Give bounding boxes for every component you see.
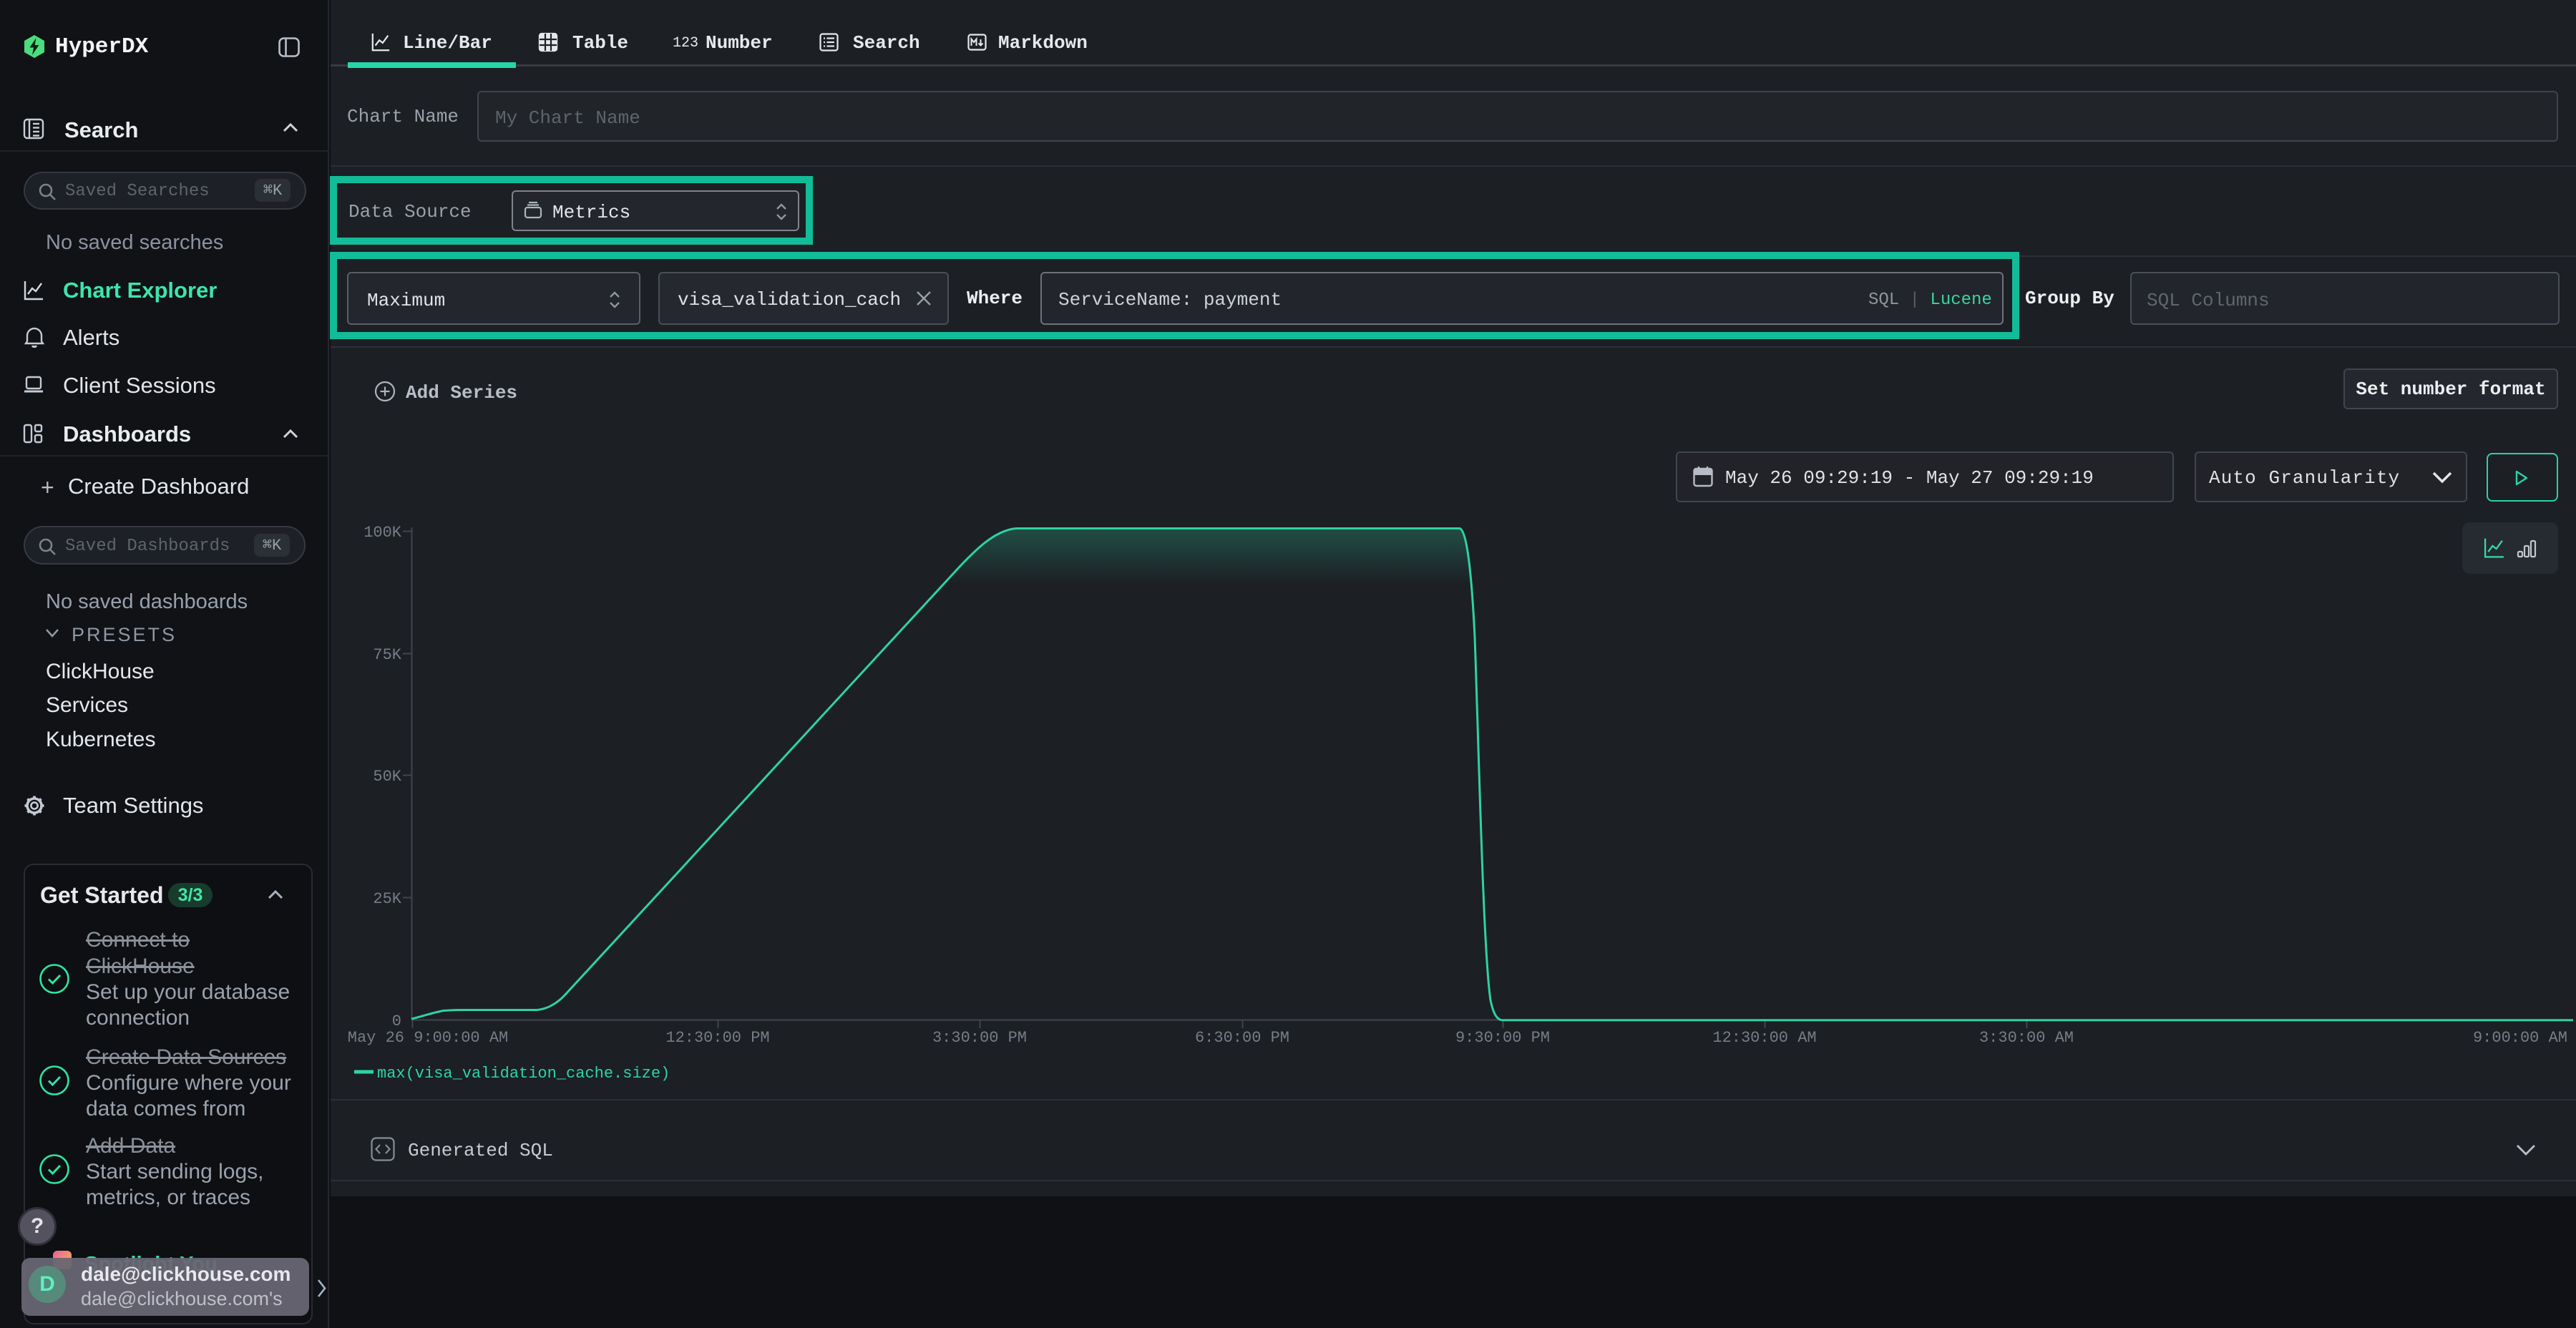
svg-text:9:30:00 PM: 9:30:00 PM <box>1455 1029 1550 1047</box>
svg-text:May 26 9:00:00 AM: May 26 9:00:00 AM <box>348 1029 508 1047</box>
svg-text:75K: 75K <box>373 646 401 664</box>
svg-text:9:00:00 AM: 9:00:00 AM <box>2473 1029 2567 1047</box>
svg-text:max(visa_validation_cache.size: max(visa_validation_cache.size) <box>377 1065 670 1083</box>
svg-text:25K: 25K <box>373 890 401 908</box>
svg-text:100K: 100K <box>364 524 402 542</box>
svg-text:12:30:00 PM: 12:30:00 PM <box>665 1029 769 1047</box>
svg-text:3:30:00 AM: 3:30:00 AM <box>1979 1029 2074 1047</box>
svg-text:0: 0 <box>392 1012 401 1030</box>
svg-text:50K: 50K <box>373 768 401 786</box>
svg-text:12:30:00 AM: 12:30:00 AM <box>1712 1029 1816 1047</box>
svg-text:6:30:00 PM: 6:30:00 PM <box>1195 1029 1289 1047</box>
svg-text:3:30:00 PM: 3:30:00 PM <box>932 1029 1027 1047</box>
